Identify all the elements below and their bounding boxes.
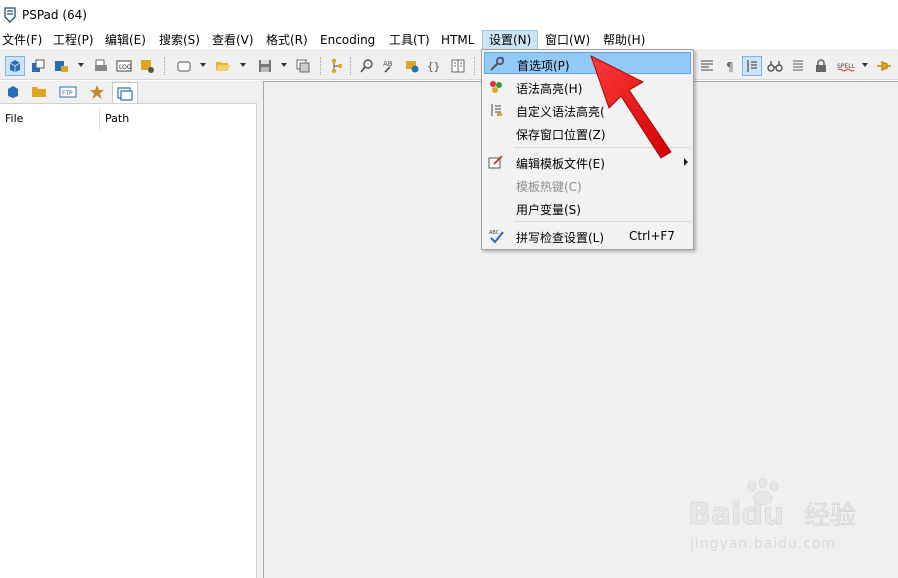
menu-window[interactable]: 窗口(W) [545,30,590,50]
new-file-icon[interactable] [174,56,194,76]
menu-html[interactable]: HTML [441,30,474,50]
menu-view[interactable]: 查看(V) [212,30,254,50]
menu-tools[interactable]: 工具(T) [389,30,430,50]
svg-text:{}: {} [427,60,440,73]
folder-icon[interactable] [26,82,52,102]
menu-encoding[interactable]: Encoding [320,30,375,50]
menu-format[interactable]: 格式(R) [266,30,308,50]
custom-highlight-icon [488,102,504,118]
menu-item-label: 首选项(P) [517,59,570,73]
chevron-down-icon[interactable] [862,63,868,67]
open-folder-icon[interactable] [213,56,233,76]
wrench-icon [489,56,505,72]
svg-text:¶: ¶ [726,60,734,73]
open-project-icon[interactable] [28,56,48,76]
title-bar: PSPad (64) [0,0,898,30]
menu-file[interactable]: 文件(F) [2,30,42,50]
menu-bar: 文件(F) 工程(P) 编辑(E) 搜索(S) 查看(V) 格式(R) Enco… [0,30,898,50]
save-project-icon[interactable] [51,56,71,76]
copy-window-icon[interactable] [293,56,313,76]
watermark-url: jingyan.baidu.com [690,536,837,552]
replace-icon[interactable]: AB [380,56,400,76]
chevron-down-icon[interactable] [78,63,84,67]
toolbar-separator [474,57,475,75]
baidu-watermark: Baidu 经验 jingyan.baidu.com [688,477,888,578]
toolbar-separator [164,57,165,75]
menu-separator [514,221,691,222]
favorites-icon[interactable] [84,82,110,102]
chevron-down-icon[interactable] [281,63,287,67]
pspad-app-icon [4,7,16,23]
tree-icon[interactable] [327,56,347,76]
file-list-panel: File Path [0,103,257,578]
ftp-icon[interactable]: FTP [55,82,81,102]
log-icon[interactable]: LOG [114,56,134,76]
new-project-icon[interactable] [5,56,25,76]
menu-project[interactable]: 工程(P) [53,30,94,50]
menu-settings[interactable]: 设置(N) [482,30,539,50]
chevron-down-icon[interactable] [200,63,206,67]
window-title: PSPad (64) [22,8,87,22]
svg-text:AB: AB [383,60,393,68]
config-icon[interactable] [137,56,157,76]
column-header-file[interactable]: File [5,112,23,125]
menu-item-label: 模板热键(C) [516,180,582,194]
print-icon[interactable] [91,56,111,76]
menu-item-label: 拼写检查设置(L) [516,231,605,245]
menu-item-shortcut: Ctrl+F7 [629,229,675,243]
project-icon[interactable] [0,82,26,102]
menu-item-spellcheck-settings[interactable]: ABC 拼写检查设置(L) Ctrl+F7 [484,225,691,247]
browse-icon[interactable] [402,56,422,76]
spellcheck-icon: ABC [488,228,504,244]
list-icon[interactable] [788,56,808,76]
binoculars-icon[interactable] [765,56,785,76]
edit-template-icon [488,154,504,170]
lock-icon[interactable] [811,56,831,76]
column-header-path[interactable]: Path [105,112,129,125]
watermark-brand-cn: 经验 [804,501,856,531]
menu-item-label: 用户变量(S) [516,203,581,217]
block-select-icon[interactable] [742,56,762,76]
column-divider[interactable] [99,107,100,131]
columns-icon[interactable] [448,56,468,76]
svg-text:LOG: LOG [119,64,132,71]
menu-item-label: 语法高亮(H) [516,82,583,96]
baidu-logo-icon: Baidu 经验 [688,477,856,532]
menu-item-template-hotkeys: 模板热键(C) [484,174,691,196]
windows-icon[interactable] [112,82,138,104]
menu-item-user-variables[interactable]: 用户变量(S) [484,197,691,219]
format-lines-icon[interactable] [697,56,717,76]
braces-icon[interactable]: {} [425,56,445,76]
svg-text:ABC: ABC [489,230,500,236]
submenu-arrow-icon [684,158,688,166]
save-icon[interactable] [255,56,275,76]
chevron-down-icon[interactable] [240,63,246,67]
left-panel-tabs: FTP [0,81,262,104]
main-toolbar: LOG AB {} ¶ SPELL [0,50,898,80]
spell-icon[interactable]: SPELL [836,56,856,76]
find-icon[interactable] [357,56,377,76]
annotation-arrow-icon [590,55,672,159]
menu-edit[interactable]: 编辑(E) [105,30,146,50]
pilcrow-icon[interactable]: ¶ [720,56,740,76]
menu-help[interactable]: 帮助(H) [603,30,645,50]
menu-search[interactable]: 搜索(S) [159,30,200,50]
toolbar-separator [350,57,351,75]
highlight-icon [488,79,504,95]
pin-icon[interactable] [874,56,894,76]
toolbar-separator [320,57,321,75]
svg-text:FTP: FTP [62,90,73,97]
